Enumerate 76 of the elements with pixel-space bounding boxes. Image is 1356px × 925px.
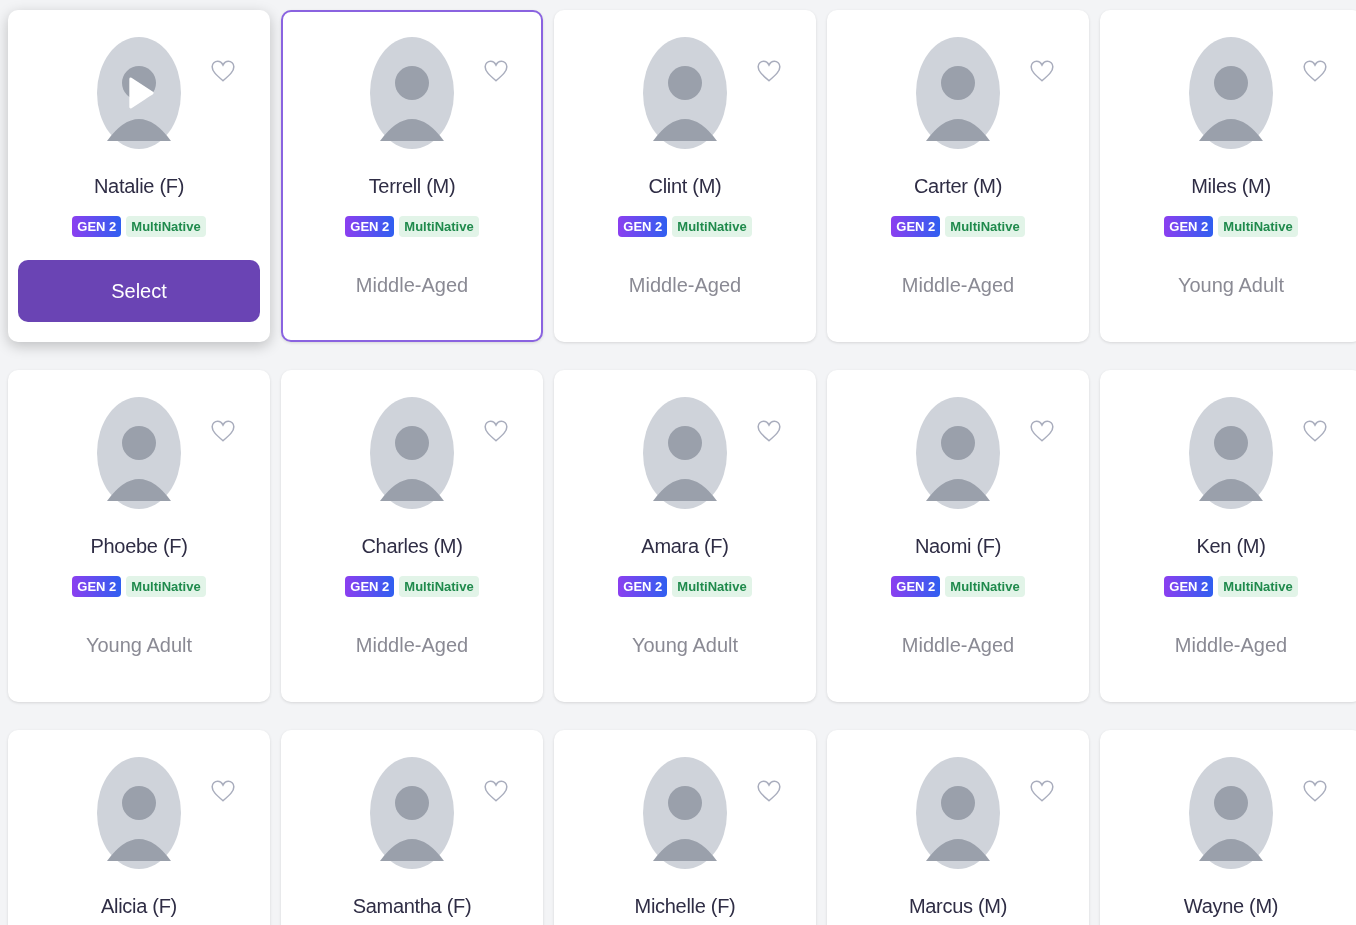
voice-card[interactable]: Clint (M) GEN 2 MultiNative Middle-Aged <box>554 10 816 342</box>
heart-icon[interactable] <box>1302 778 1328 804</box>
heart-icon[interactable] <box>1029 418 1055 444</box>
voice-name: Charles (M) <box>361 535 463 558</box>
voice-card[interactable]: Samantha (F) <box>281 730 543 925</box>
age-label: Middle-Aged <box>355 634 469 657</box>
age-label: Young Adult <box>1177 274 1284 297</box>
language-badge: MultiNative <box>126 576 206 597</box>
voice-name: Alicia (F) <box>101 895 177 918</box>
voice-name: Naomi (F) <box>914 535 1002 558</box>
language-badge: MultiNative <box>399 576 479 597</box>
language-badge: MultiNative <box>1218 576 1298 597</box>
generation-badge: GEN 2 <box>345 576 395 597</box>
heart-icon[interactable] <box>1302 58 1328 84</box>
voice-card[interactable]: Marcus (M) <box>827 730 1089 925</box>
voice-card[interactable]: Charles (M) GEN 2 MultiNative Middle-Aged <box>281 370 543 702</box>
heart-icon[interactable] <box>756 58 782 84</box>
generation-badge: GEN 2 <box>345 216 395 237</box>
voice-name: Terrell (M) <box>368 175 456 198</box>
play-icon[interactable] <box>127 76 155 110</box>
heart-icon[interactable] <box>1029 778 1055 804</box>
heart-icon[interactable] <box>210 58 236 84</box>
voice-card[interactable]: Michelle (F) <box>554 730 816 925</box>
voice-name: Phoebe (F) <box>90 535 188 558</box>
age-label: Middle-Aged <box>901 274 1015 297</box>
language-badge: MultiNative <box>672 216 752 237</box>
voice-card[interactable]: Ken (M) GEN 2 MultiNative Middle-Aged <box>1100 370 1356 702</box>
age-label: Young Adult <box>631 634 738 657</box>
select-button[interactable]: Select <box>18 260 260 322</box>
heart-icon[interactable] <box>483 58 509 84</box>
generation-badge: GEN 2 <box>891 576 941 597</box>
generation-badge: GEN 2 <box>72 216 122 237</box>
heart-icon[interactable] <box>483 418 509 444</box>
voice-card[interactable]: Phoebe (F) GEN 2 MultiNative Young Adult <box>8 370 270 702</box>
voice-name: Miles (M) <box>1191 175 1271 198</box>
voice-name: Wayne (M) <box>1183 895 1279 918</box>
voice-name: Natalie (F) <box>93 175 185 198</box>
age-label: Middle-Aged <box>1174 634 1288 657</box>
age-label: Middle-Aged <box>628 274 742 297</box>
heart-icon[interactable] <box>1302 418 1328 444</box>
language-badge: MultiNative <box>945 576 1025 597</box>
heart-icon[interactable] <box>483 778 509 804</box>
language-badge: MultiNative <box>126 216 206 237</box>
generation-badge: GEN 2 <box>618 216 668 237</box>
voice-card[interactable]: Alicia (F) <box>8 730 270 925</box>
voice-name: Clint (M) <box>648 175 722 198</box>
language-badge: MultiNative <box>945 216 1025 237</box>
voice-card[interactable]: Amara (F) GEN 2 MultiNative Young Adult <box>554 370 816 702</box>
heart-icon[interactable] <box>756 418 782 444</box>
voice-name: Samantha (F) <box>352 895 472 918</box>
generation-badge: GEN 2 <box>1164 576 1214 597</box>
heart-icon[interactable] <box>210 778 236 804</box>
voice-name: Ken (M) <box>1196 535 1266 558</box>
heart-icon[interactable] <box>1029 58 1055 84</box>
voice-name: Carter (M) <box>913 175 1003 198</box>
language-badge: MultiNative <box>672 576 752 597</box>
voice-card[interactable]: Wayne (M) <box>1100 730 1356 925</box>
age-label: Middle-Aged <box>901 634 1015 657</box>
voice-card[interactable]: Terrell (M) GEN 2 MultiNative Middle-Aged <box>281 10 543 342</box>
generation-badge: GEN 2 <box>1164 216 1214 237</box>
generation-badge: GEN 2 <box>72 576 122 597</box>
generation-badge: GEN 2 <box>618 576 668 597</box>
age-label: Young Adult <box>85 634 192 657</box>
generation-badge: GEN 2 <box>891 216 941 237</box>
voice-name: Amara (F) <box>641 535 729 558</box>
voice-card[interactable]: Natalie (F) GEN 2 MultiNative Select <box>8 10 270 342</box>
voice-name: Marcus (M) <box>908 895 1008 918</box>
voice-card[interactable]: Naomi (F) GEN 2 MultiNative Middle-Aged <box>827 370 1089 702</box>
language-badge: MultiNative <box>1218 216 1298 237</box>
language-badge: MultiNative <box>399 216 479 237</box>
voice-card[interactable]: Carter (M) GEN 2 MultiNative Middle-Aged <box>827 10 1089 342</box>
heart-icon[interactable] <box>756 778 782 804</box>
heart-icon[interactable] <box>210 418 236 444</box>
voice-name: Michelle (F) <box>634 895 736 918</box>
voice-card[interactable]: Miles (M) GEN 2 MultiNative Young Adult <box>1100 10 1356 342</box>
age-label: Middle-Aged <box>355 274 469 297</box>
